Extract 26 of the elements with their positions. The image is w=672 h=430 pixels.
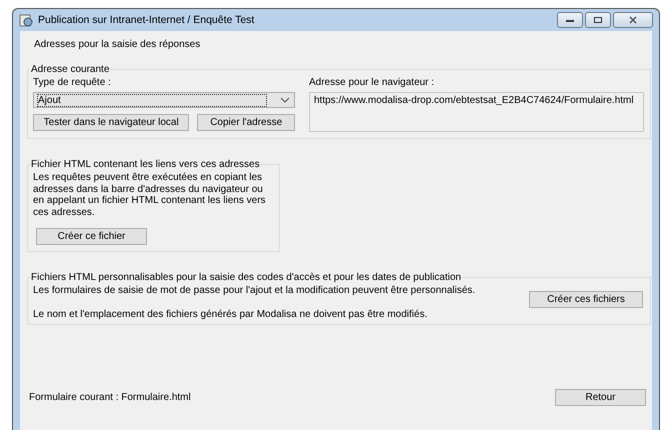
section-heading: Adresses pour la saisie des réponses: [34, 39, 202, 50]
app-icon: [19, 13, 33, 27]
description-text: Les formulaires de saisie de mot de passe pour l'ajout et la modification peuvent être personnalisés.: [33, 285, 476, 296]
group-title: Adresse courante: [31, 64, 110, 75]
minimize-button[interactable]: [557, 12, 583, 28]
window-title: Publication sur Intranet-Internet / Enquête Test: [38, 14, 254, 26]
field-label: Adresse pour le navigateur :: [309, 77, 436, 88]
close-button[interactable]: [613, 12, 653, 28]
return-button[interactable]: Retour: [555, 389, 646, 406]
copy-button[interactable]: Copier l'adresse: [197, 114, 295, 131]
note-text: Le nom et l'emplacement des fichiers générés par Modalisa ne doivent pas être modifiés.: [33, 308, 428, 320]
address-field[interactable]: https://www.modalisa-drop.com/ebtestsat_E2B4C74624/Formulaire.html: [309, 92, 644, 132]
test-button[interactable]: Tester dans le navigateur local: [33, 114, 190, 131]
maximize-button[interactable]: [585, 12, 611, 28]
maximize-icon: [593, 16, 603, 24]
create-file-button[interactable]: Créer ce fichier: [36, 228, 147, 245]
request-type-dropdown[interactable]: Ajout: [33, 92, 295, 108]
group-title: Fichiers HTML personnalisables pour la saisie des codes d'accès et pour les dates de publication: [31, 272, 462, 283]
group-title: Fichier HTML contenant les liens vers ces adresses: [31, 159, 260, 170]
chevron-icon: [280, 97, 290, 103]
status-text: Formulaire courant : Formulaire.html: [29, 392, 191, 403]
close-icon: [628, 16, 638, 24]
field-label: Type de requête :: [33, 77, 112, 88]
minimize-icon: [565, 17, 575, 23]
create-files-button[interactable]: Créer ces fichiers: [529, 291, 643, 308]
description-text: Les requêtes peuvent être exécutées en copiant les adresses dans la barre d'adresses du navigateur ou en appelant un fichier HTML contenant les liens vers ces adresses.: [33, 172, 267, 218]
